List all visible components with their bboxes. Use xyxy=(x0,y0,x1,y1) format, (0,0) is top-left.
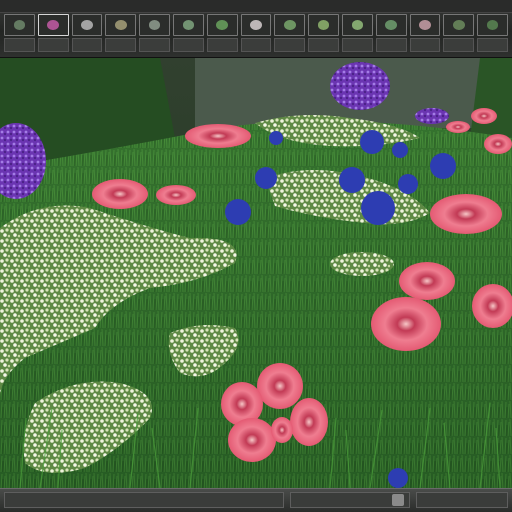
camera-thumb-icon[interactable] xyxy=(139,14,170,36)
thumbnail-tab-3[interactable] xyxy=(105,38,137,52)
grass-thumb-icon-swatch xyxy=(216,20,228,30)
thumbnail-strip xyxy=(4,14,508,36)
leaf-thumb-icon[interactable] xyxy=(308,14,339,36)
meadow-thumb-icon-swatch xyxy=(452,20,465,30)
toolbar xyxy=(0,0,512,58)
render-thumb-icon-swatch xyxy=(250,20,262,30)
hedge-thumb-icon-swatch xyxy=(486,20,499,30)
thumbnail-tab-4[interactable] xyxy=(139,38,170,52)
plant-thumb-icon[interactable] xyxy=(274,14,306,36)
flower-thumb-icon-swatch xyxy=(47,20,59,30)
white-flower-patch xyxy=(330,252,394,276)
plant-thumb-icon-swatch xyxy=(284,20,296,30)
thumbnail-tab-10[interactable] xyxy=(341,38,373,52)
thumbnail-label-strip xyxy=(4,38,508,52)
thumbnail-tab-9[interactable] xyxy=(308,38,339,52)
bush-thumb-icon-swatch xyxy=(385,20,397,30)
material-thumb-icon-swatch xyxy=(81,20,93,30)
thumbnail-tab-12[interactable] xyxy=(409,38,441,52)
scene-thumb-icon-swatch xyxy=(13,20,26,30)
bush-thumb-icon[interactable] xyxy=(375,14,407,36)
eye-thumb-icon[interactable] xyxy=(172,14,204,36)
meadow-thumb-icon[interactable] xyxy=(443,14,475,36)
hedge-thumb-icon[interactable] xyxy=(477,14,508,36)
purple-flower-right xyxy=(415,108,449,124)
grass-thumb-icon[interactable] xyxy=(206,14,238,36)
thumbnail-tab-1[interactable] xyxy=(37,38,69,52)
render-viewport[interactable] xyxy=(0,58,512,488)
sphere-thumb-icon[interactable] xyxy=(105,14,137,36)
thumbnail-tab-0[interactable] xyxy=(4,38,35,52)
thumbnail-tab-5[interactable] xyxy=(172,38,204,52)
garden-render xyxy=(0,58,512,488)
sphere-thumb-icon-swatch xyxy=(115,20,127,30)
material-thumb-icon[interactable] xyxy=(71,14,103,36)
purple-flower-top xyxy=(330,62,390,110)
tree-thumb-icon-swatch xyxy=(351,20,364,30)
thumbnail-tab-14[interactable] xyxy=(477,38,508,52)
thumbnail-tab-13[interactable] xyxy=(443,38,475,52)
thumbnail-tab-2[interactable] xyxy=(71,38,103,52)
thumbnail-tab-6[interactable] xyxy=(206,38,238,52)
camera-thumb-icon-swatch xyxy=(148,20,161,30)
tree-thumb-icon[interactable] xyxy=(341,14,373,36)
flower-thumb-icon[interactable] xyxy=(37,14,69,36)
thumbnail-tab-7[interactable] xyxy=(240,38,272,52)
leaf-thumb-icon-swatch xyxy=(317,20,330,30)
render-thumb-icon[interactable] xyxy=(240,14,272,36)
pink-flower-thumb-icon[interactable] xyxy=(409,14,441,36)
pink-flower-thumb-icon-swatch xyxy=(419,20,431,30)
render-status-icon[interactable] xyxy=(392,494,404,506)
menu-strip xyxy=(0,0,512,13)
status-field-right xyxy=(416,492,508,508)
thumbnail-tab-11[interactable] xyxy=(375,38,407,52)
scene-thumb-icon[interactable] xyxy=(4,14,35,36)
status-bar xyxy=(0,488,512,512)
eye-thumb-icon-swatch xyxy=(182,20,195,30)
thumbnail-tab-8[interactable] xyxy=(274,38,306,52)
status-field-left xyxy=(4,492,284,508)
